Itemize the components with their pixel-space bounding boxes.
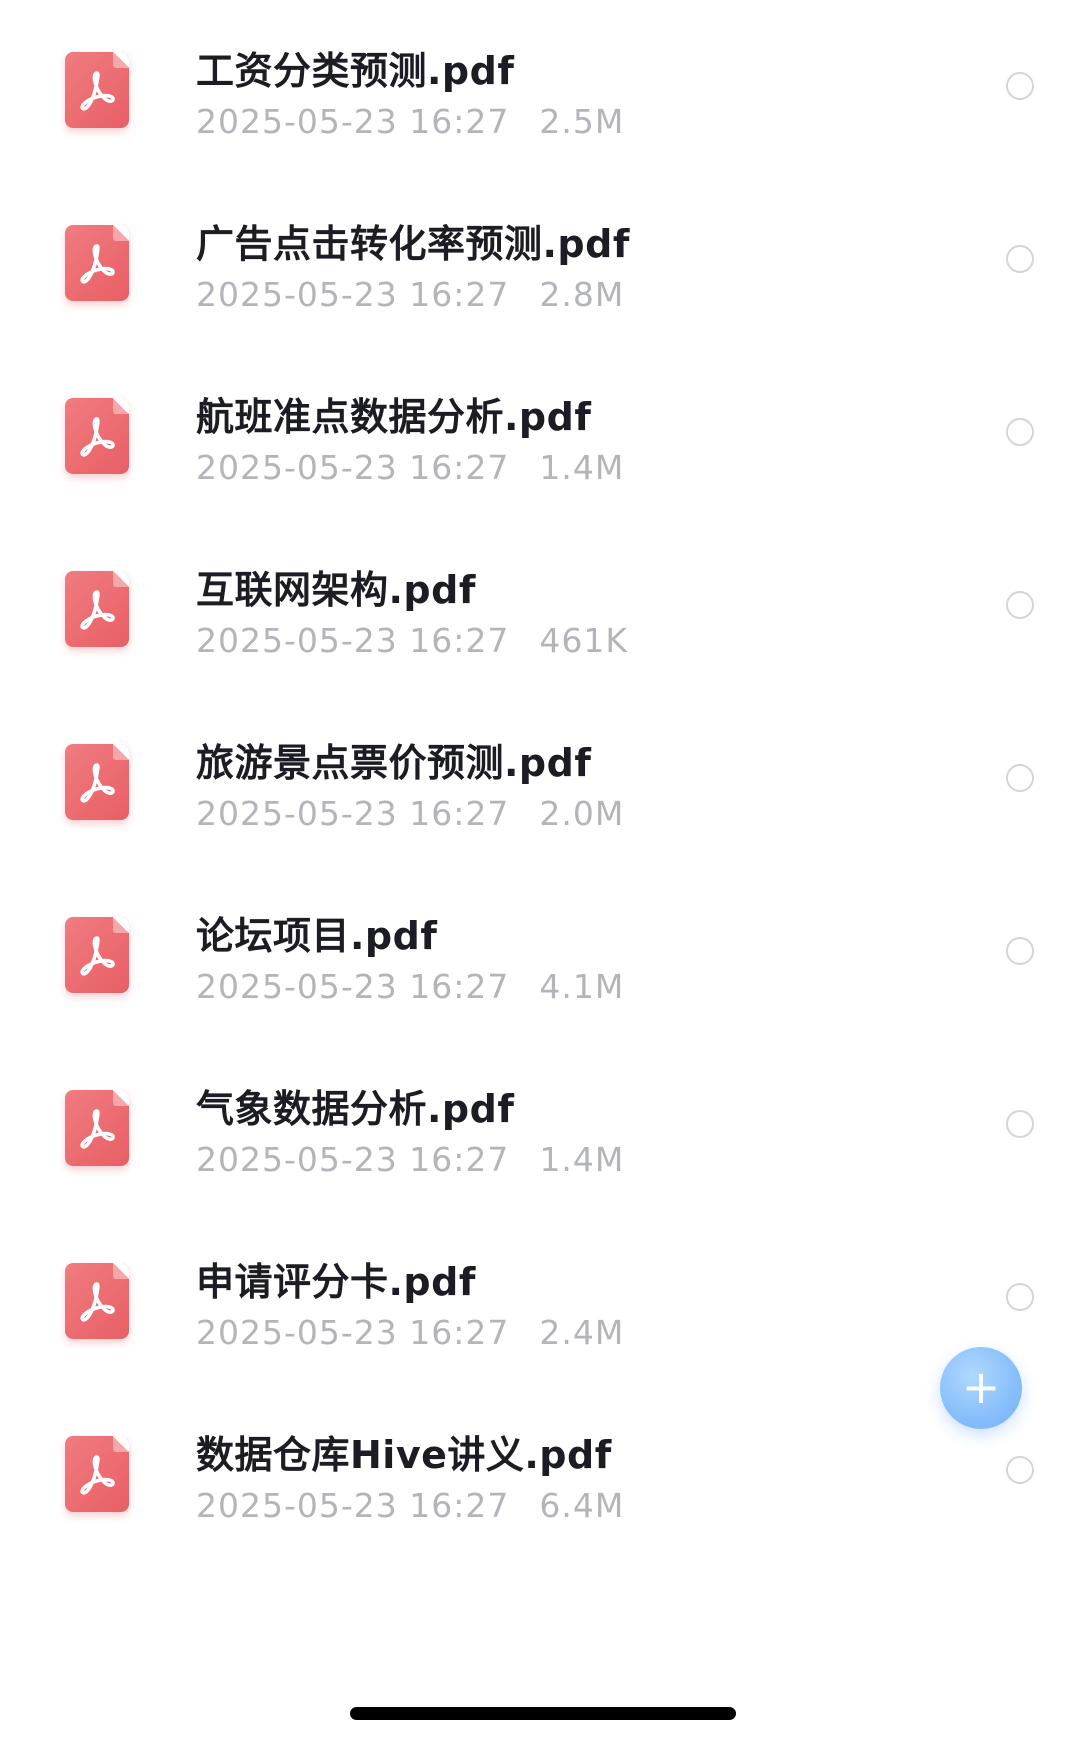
file-name: 旅游景点票价预测.pdf — [196, 741, 592, 785]
select-checkbox[interactable] — [1006, 764, 1034, 792]
pdf-icon — [65, 1436, 129, 1512]
file-date: 2025-05-23 16:27 — [196, 448, 510, 487]
file-date: 2025-05-23 16:27 — [196, 275, 510, 314]
file-meta: 2025-05-23 16:27 1.4M — [196, 448, 624, 487]
file-name: 互联网架构.pdf — [196, 568, 476, 612]
file-size: 2.4M — [539, 1313, 625, 1352]
file-name: 数据仓库Hive讲义.pdf — [196, 1433, 612, 1477]
file-size: 2.5M — [539, 102, 625, 141]
file-size: 2.0M — [539, 794, 625, 833]
acrobat-glyph-icon — [80, 244, 115, 284]
file-row[interactable]: 广告点击转化率预测.pdf 2025-05-23 16:27 2.8M — [0, 173, 1080, 365]
select-checkbox[interactable] — [1006, 418, 1034, 446]
file-meta: 2025-05-23 16:27 2.0M — [196, 794, 624, 833]
select-checkbox[interactable] — [1006, 72, 1034, 100]
file-size: 461K — [539, 621, 629, 660]
acrobat-glyph-icon — [80, 936, 115, 976]
acrobat-glyph-icon — [80, 417, 115, 457]
file-meta: 2025-05-23 16:27 2.5M — [196, 102, 624, 141]
select-checkbox[interactable] — [1006, 1456, 1034, 1484]
acrobat-glyph-icon — [80, 71, 115, 111]
file-row[interactable]: 气象数据分析.pdf 2025-05-23 16:27 1.4M — [0, 1038, 1080, 1230]
file-meta: 2025-05-23 16:27 2.4M — [196, 1313, 624, 1352]
file-size: 1.4M — [539, 448, 625, 487]
pdf-icon — [65, 744, 129, 820]
file-size: 6.4M — [539, 1486, 625, 1525]
acrobat-glyph-icon — [80, 590, 115, 630]
pdf-icon — [65, 52, 129, 128]
pdf-icon — [65, 571, 129, 647]
select-checkbox[interactable] — [1006, 1110, 1034, 1138]
acrobat-glyph-icon — [80, 1455, 115, 1495]
pdf-icon — [65, 225, 129, 301]
file-name: 工资分类预测.pdf — [196, 49, 515, 93]
acrobat-glyph-icon — [80, 1109, 115, 1149]
file-row[interactable]: 航班准点数据分析.pdf 2025-05-23 16:27 1.4M — [0, 346, 1080, 538]
pdf-icon — [65, 917, 129, 993]
acrobat-glyph-icon — [80, 763, 115, 803]
pdf-icon — [65, 1090, 129, 1166]
file-date: 2025-05-23 16:27 — [196, 1486, 510, 1525]
select-checkbox[interactable] — [1006, 591, 1034, 619]
file-row[interactable]: 工资分类预测.pdf 2025-05-23 16:27 2.5M — [0, 0, 1080, 192]
file-meta: 2025-05-23 16:27 461K — [196, 621, 628, 660]
file-name: 航班准点数据分析.pdf — [196, 395, 592, 439]
file-row[interactable]: 申请评分卡.pdf 2025-05-23 16:27 2.4M — [0, 1211, 1080, 1403]
file-row[interactable]: 论坛项目.pdf 2025-05-23 16:27 4.1M — [0, 865, 1080, 1057]
plus-icon: + — [961, 1360, 1001, 1414]
file-date: 2025-05-23 16:27 — [196, 1140, 510, 1179]
pdf-icon — [65, 398, 129, 474]
file-row[interactable]: 旅游景点票价预测.pdf 2025-05-23 16:27 2.0M — [0, 692, 1080, 884]
file-meta: 2025-05-23 16:27 1.4M — [196, 1140, 624, 1179]
add-button[interactable]: + — [940, 1347, 1022, 1429]
file-name: 论坛项目.pdf — [196, 914, 438, 958]
pdf-icon — [65, 1263, 129, 1339]
file-date: 2025-05-23 16:27 — [196, 102, 510, 141]
file-size: 4.1M — [539, 967, 625, 1006]
file-date: 2025-05-23 16:27 — [196, 794, 510, 833]
file-date: 2025-05-23 16:27 — [196, 1313, 510, 1352]
file-name: 申请评分卡.pdf — [196, 1260, 476, 1304]
file-size: 1.4M — [539, 1140, 625, 1179]
file-row[interactable]: 互联网架构.pdf 2025-05-23 16:27 461K — [0, 519, 1080, 711]
select-checkbox[interactable] — [1006, 1283, 1034, 1311]
file-row[interactable]: 数据仓库Hive讲义.pdf 2025-05-23 16:27 6.4M — [0, 1384, 1080, 1576]
file-size: 2.8M — [539, 275, 625, 314]
home-indicator[interactable] — [350, 1707, 736, 1720]
file-name: 气象数据分析.pdf — [196, 1087, 515, 1131]
file-meta: 2025-05-23 16:27 4.1M — [196, 967, 624, 1006]
select-checkbox[interactable] — [1006, 937, 1034, 965]
file-meta: 2025-05-23 16:27 2.8M — [196, 275, 624, 314]
file-date: 2025-05-23 16:27 — [196, 621, 510, 660]
file-date: 2025-05-23 16:27 — [196, 967, 510, 1006]
file-meta: 2025-05-23 16:27 6.4M — [196, 1486, 624, 1525]
file-name: 广告点击转化率预测.pdf — [196, 222, 630, 266]
select-checkbox[interactable] — [1006, 245, 1034, 273]
acrobat-glyph-icon — [80, 1282, 115, 1322]
